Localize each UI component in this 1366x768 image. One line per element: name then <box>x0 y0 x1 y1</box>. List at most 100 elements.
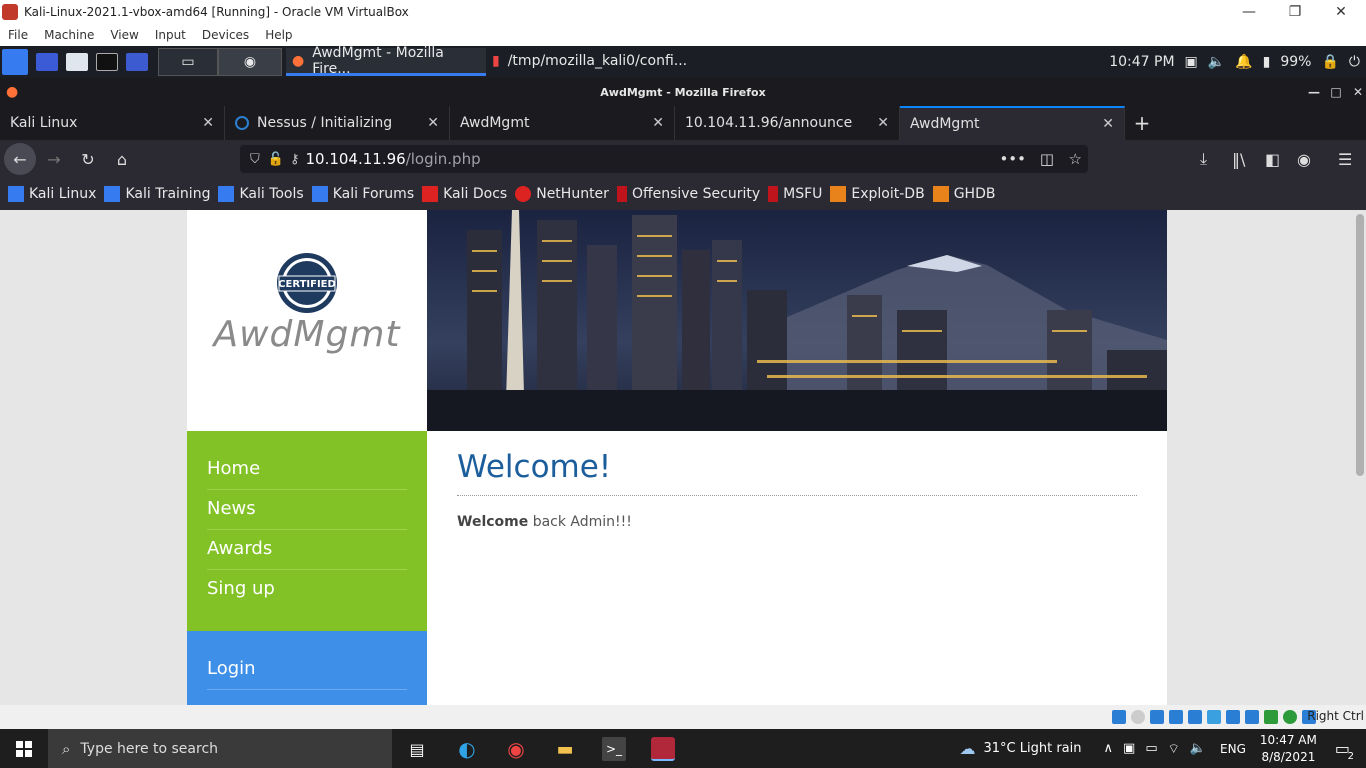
show-hidden-icons-icon[interactable]: ∧ <box>1104 741 1114 756</box>
hdd-icon[interactable] <box>1112 710 1126 724</box>
menu-file[interactable]: File <box>0 28 36 42</box>
menu-view[interactable]: View <box>102 28 146 42</box>
notifications-icon[interactable]: ▭ 2 <box>1335 739 1356 762</box>
menu-devices[interactable]: Devices <box>194 28 257 42</box>
ff-close-icon[interactable]: ✕ <box>1347 78 1366 106</box>
mouse-integration-icon[interactable] <box>1283 710 1297 724</box>
close-tab-icon[interactable]: ✕ <box>202 115 214 131</box>
downloads-icon[interactable]: ⤓ <box>1200 149 1207 169</box>
bookmark-msfu[interactable]: MSFU <box>768 186 822 202</box>
url-bar[interactable]: ⛉ 🔓 ⚷ 10.104.11.96/login.php ••• ◫ ☆ <box>240 145 1088 173</box>
sidebar-icon[interactable]: ◧ <box>1265 150 1280 169</box>
volume-icon[interactable]: 🔈 <box>1208 54 1225 70</box>
ff-minimize-icon[interactable]: — <box>1303 78 1325 106</box>
tab-awdmgmt-active[interactable]: AwdMgmt ✕ <box>900 106 1125 140</box>
restore-icon[interactable]: ❐ <box>1272 0 1318 24</box>
close-tab-icon[interactable]: ✕ <box>427 115 439 131</box>
bookmark-kali-tools[interactable]: Kali Tools <box>218 186 304 202</box>
display-icon[interactable] <box>1226 710 1240 724</box>
bookmark-kali-training[interactable]: Kali Training <box>104 186 210 202</box>
terminal-app-icon[interactable]: >_ <box>602 737 626 761</box>
back-arrow-icon[interactable]: ← <box>4 143 36 175</box>
terminal-icon[interactable] <box>96 53 118 71</box>
tab-awdmgmt[interactable]: AwdMgmt ✕ <box>450 106 675 140</box>
tab-kali-linux[interactable]: Kali Linux ✕ <box>0 106 225 140</box>
clock-area[interactable]: 10:47 AM 8/8/2021 <box>1260 732 1317 766</box>
nav-sign-up[interactable]: Sing up <box>207 570 407 610</box>
screen-recorder-icon[interactable] <box>126 53 148 71</box>
virtualbox-taskbar-icon[interactable] <box>651 737 675 761</box>
task-file[interactable]: ▮/tmp/mozilla_kali0/confi... <box>486 48 796 76</box>
menu-input[interactable]: Input <box>147 28 194 42</box>
bookmark-offensive-security[interactable]: Offensive Security <box>616 186 760 202</box>
new-tab-icon[interactable]: + <box>1125 106 1159 140</box>
close-icon[interactable]: ✕ <box>1318 0 1364 24</box>
file-manager-icon[interactable] <box>66 53 88 71</box>
bookmark-kali-forums[interactable]: Kali Forums <box>311 186 414 202</box>
nav-home[interactable]: Home <box>207 450 407 490</box>
tab-announce[interactable]: 10.104.11.96/announce ✕ <box>675 106 900 140</box>
file-explorer-icon[interactable]: ▬ <box>553 737 577 761</box>
recording-icon[interactable] <box>1245 710 1259 724</box>
bookmark-nethunter[interactable]: NetHunter <box>515 186 609 202</box>
page-actions-icon[interactable]: ••• <box>999 150 1026 168</box>
ff-maximize-icon[interactable]: □ <box>1325 78 1347 106</box>
library-icon[interactable]: ‖\ <box>1232 150 1245 169</box>
terminal-task[interactable]: ▭ <box>158 48 218 76</box>
usb-icon[interactable] <box>1188 710 1202 724</box>
minimize-icon[interactable]: — <box>1226 0 1272 24</box>
tab-nessus[interactable]: Nessus / Initializing ✕ <box>225 106 450 140</box>
network-icon[interactable] <box>1169 710 1183 724</box>
weather-cloud-icon[interactable]: ☁ <box>960 739 976 758</box>
bookmark-kali-docs[interactable]: Kali Docs <box>422 186 507 202</box>
notification-bell-icon[interactable]: 🔔 <box>1235 54 1252 70</box>
taskbar-search[interactable]: ⌕ Type here to search <box>48 729 392 768</box>
cpu-icon[interactable] <box>1264 710 1278 724</box>
kali-menu-icon[interactable] <box>2 49 28 75</box>
display-icon[interactable]: ▣ <box>1185 54 1198 70</box>
account-icon[interactable]: ◉ <box>1297 150 1311 169</box>
edge-icon[interactable]: ◐ <box>455 737 479 761</box>
nav-news[interactable]: News <box>207 490 407 530</box>
key-icon[interactable]: ⚷ <box>290 152 300 167</box>
lock-icon[interactable]: 🔒 <box>1321 54 1338 70</box>
menu-machine[interactable]: Machine <box>36 28 102 42</box>
nav-login[interactable]: Login <box>207 650 407 690</box>
input-language[interactable]: ENG <box>1220 742 1246 756</box>
shield-icon[interactable]: ⛉ <box>250 152 260 167</box>
shared-folders-icon[interactable] <box>1207 710 1221 724</box>
bookmark-ghdb[interactable]: GHDB <box>932 186 995 202</box>
bookmark-star-icon[interactable]: ☆ <box>1069 150 1082 168</box>
battery-icon[interactable]: ▮ <box>1263 54 1271 70</box>
task-firefox[interactable]: ● AwdMgmt - Mozilla Fire... <box>286 45 486 77</box>
hamburger-menu-icon[interactable]: ☰ <box>1338 150 1352 169</box>
clock[interactable]: 10:47 PM <box>1109 54 1174 70</box>
pocket-icon[interactable]: ◫ <box>1040 150 1054 168</box>
weather-text[interactable]: 31°C Light rain <box>984 741 1082 756</box>
bookmark-kali-linux[interactable]: Kali Linux <box>8 186 96 202</box>
close-tab-icon[interactable]: ✕ <box>1102 116 1114 132</box>
battery-tray-icon[interactable]: ▭ <box>1145 741 1157 756</box>
tray-app-icon[interactable]: ▣ <box>1123 741 1135 756</box>
windows-start-icon[interactable] <box>0 729 48 768</box>
wifi-icon[interactable]: ⌔ <box>1168 741 1180 757</box>
firefox-launcher-icon[interactable]: ◉ <box>218 48 282 76</box>
menu-help[interactable]: Help <box>257 28 300 42</box>
task-view-icon[interactable]: ▤ <box>405 737 429 761</box>
page-viewport[interactable]: CERTIFIED AwdMgmt Home News Awards Sing … <box>0 210 1366 705</box>
audio-icon[interactable] <box>1150 710 1164 724</box>
home-icon[interactable]: ⌂ <box>106 143 138 175</box>
workspace-icon[interactable] <box>36 53 58 71</box>
bookmark-exploit-db[interactable]: Exploit-DB <box>830 186 925 202</box>
reload-icon[interactable]: ↻ <box>72 143 104 175</box>
chrome-icon[interactable]: ◉ <box>504 737 528 761</box>
power-icon[interactable]: ⏻ <box>1349 54 1360 70</box>
nav-awards[interactable]: Awards <box>207 530 407 570</box>
speaker-icon[interactable]: 🔈 <box>1190 741 1206 756</box>
close-tab-icon[interactable]: ✕ <box>652 115 664 131</box>
forward-arrow-icon[interactable]: → <box>38 143 70 175</box>
optical-drive-icon[interactable] <box>1131 710 1145 724</box>
close-tab-icon[interactable]: ✕ <box>877 115 889 131</box>
insecure-lock-icon[interactable]: 🔓 <box>268 152 284 167</box>
page-scrollbar[interactable] <box>1356 214 1364 476</box>
